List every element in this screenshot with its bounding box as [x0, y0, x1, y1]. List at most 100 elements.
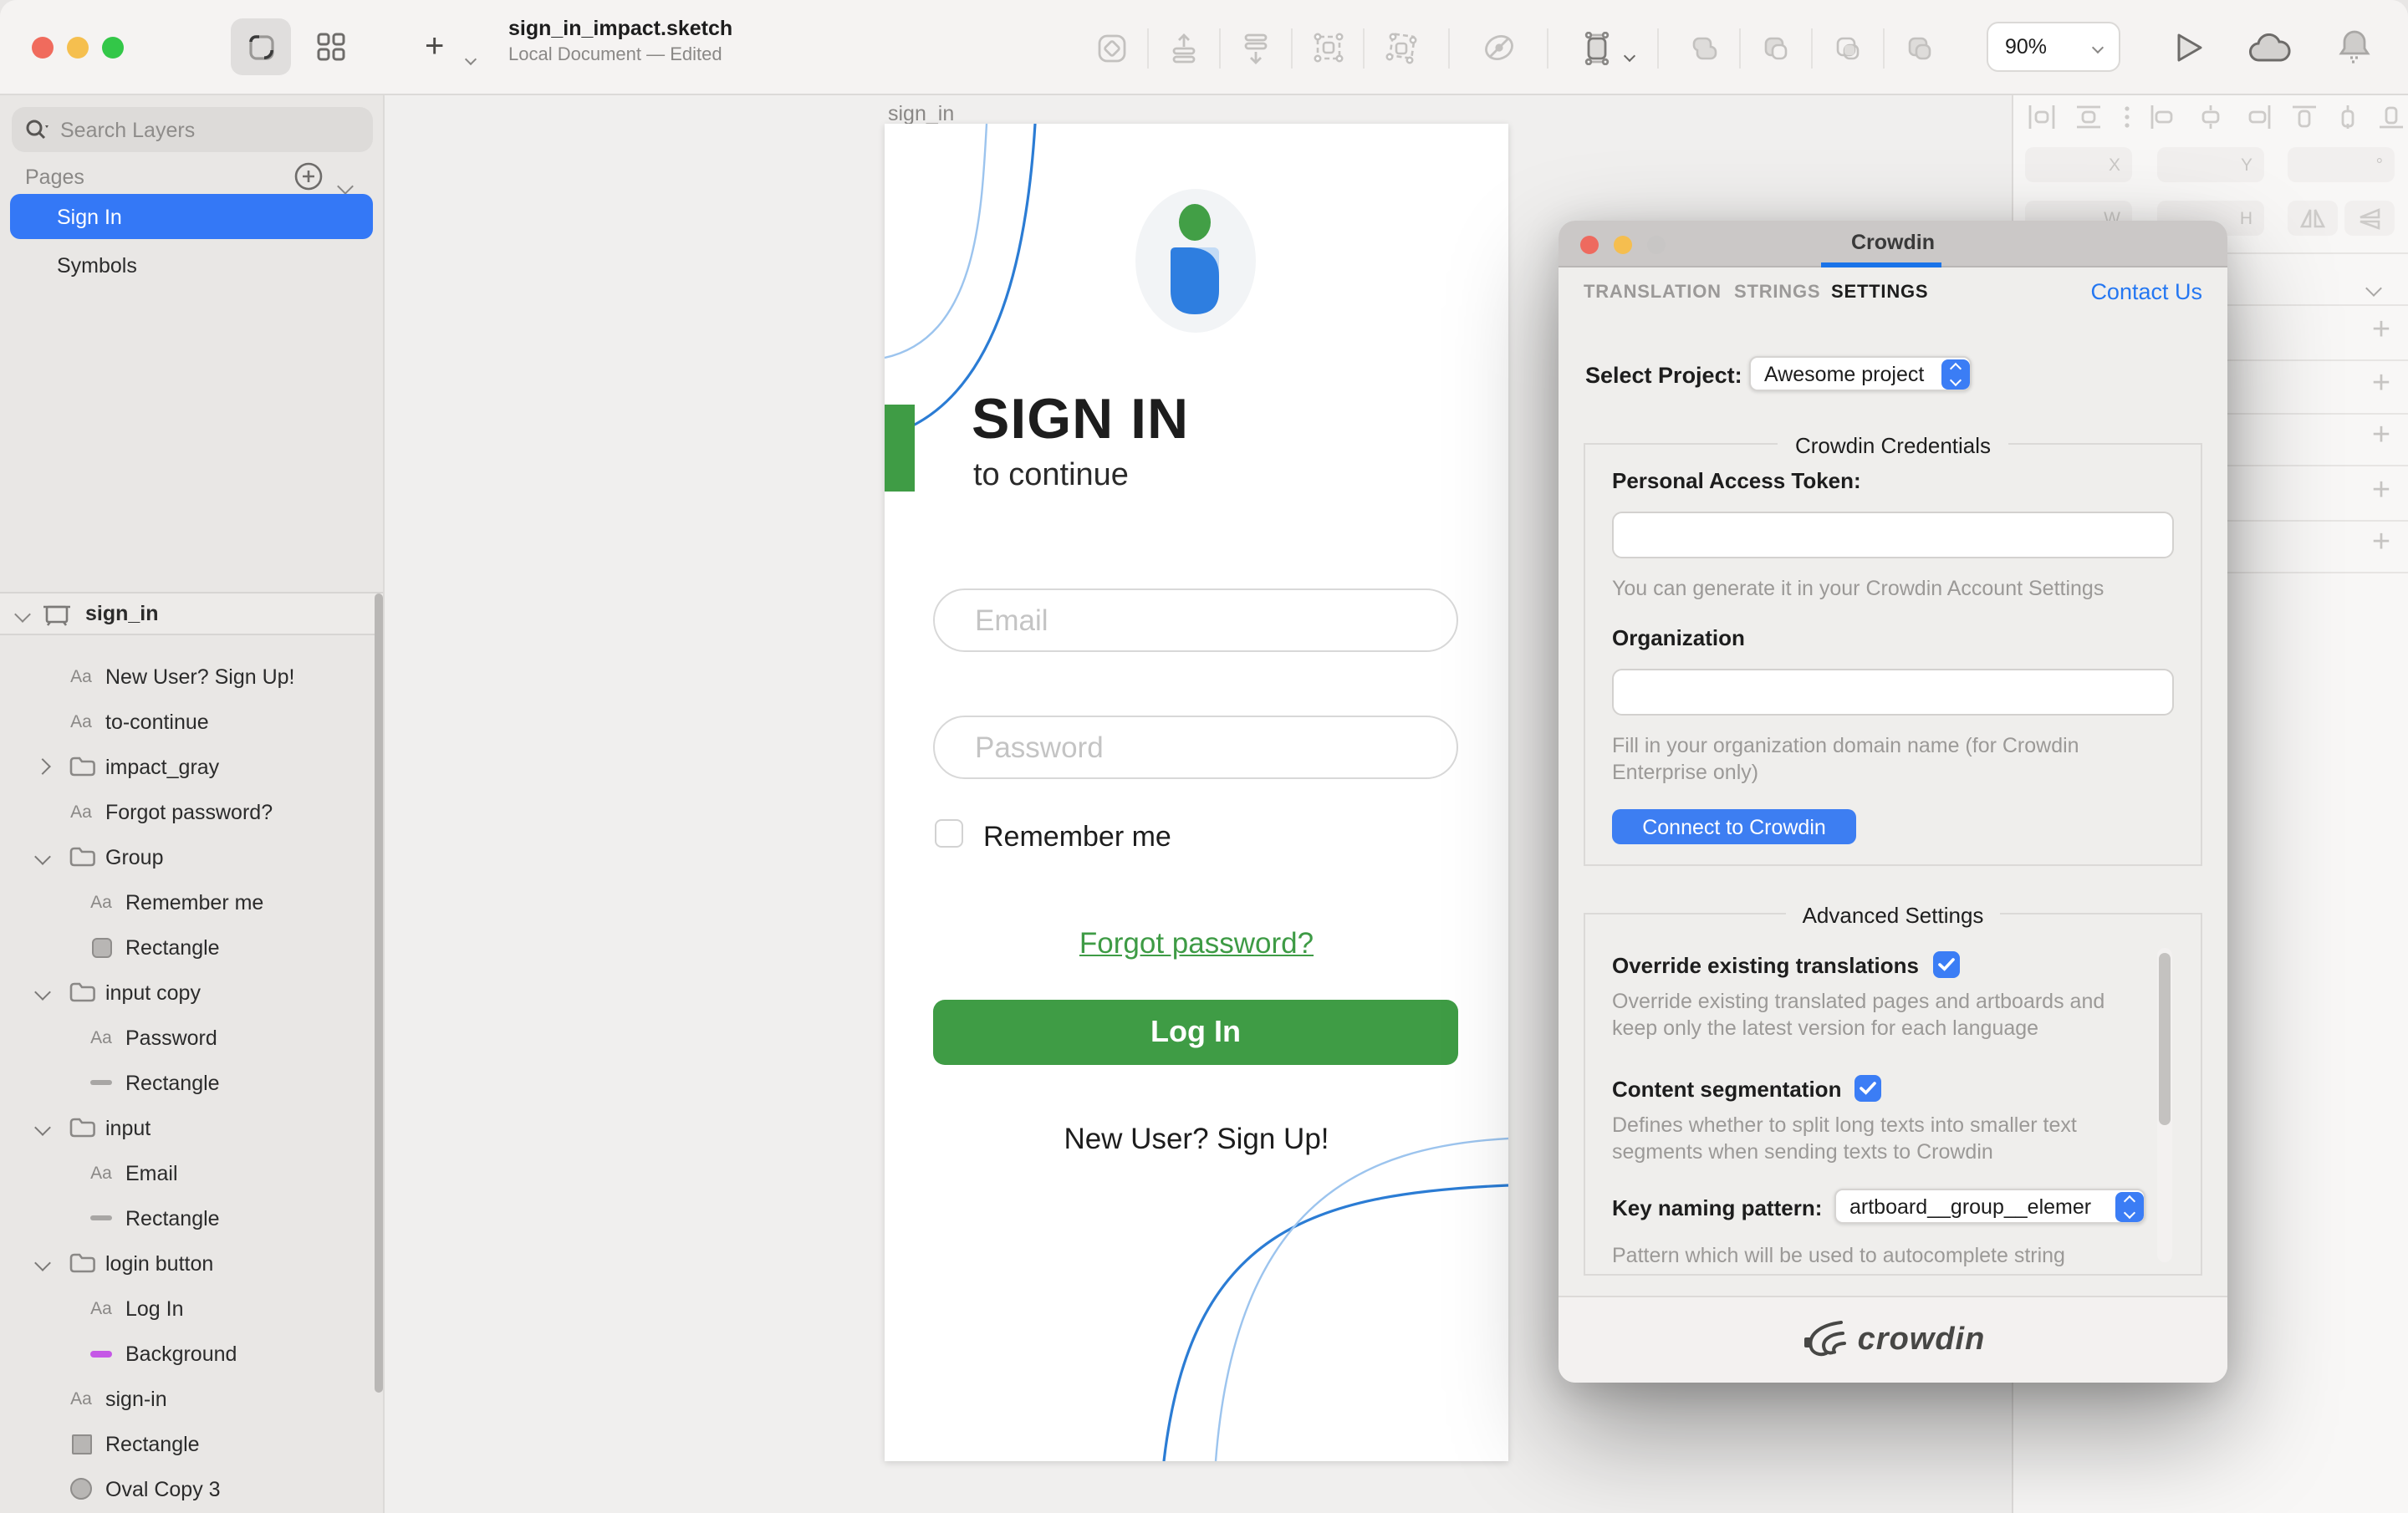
add-shadow-button[interactable]: + — [2365, 475, 2398, 508]
token-input[interactable] — [1612, 512, 2174, 558]
x-position-field[interactable]: X — [2025, 147, 2132, 182]
layer-row[interactable]: input copy — [0, 970, 383, 1015]
insert-icon[interactable]: + — [425, 28, 444, 67]
resize-chevron-icon[interactable] — [1625, 38, 1634, 68]
add-border-button[interactable]: + — [2365, 420, 2398, 453]
rotate-icon[interactable] — [1470, 23, 1527, 73]
project-select-dropdown[interactable]: Awesome project — [1749, 356, 1972, 391]
zoom-window-button[interactable] — [102, 36, 124, 58]
sign-up-text[interactable]: New User? Sign Up! — [885, 1122, 1508, 1157]
collapse-chevron-icon[interactable] — [14, 605, 31, 622]
artboard[interactable]: SIGN IN to continue Email Password Remem… — [885, 124, 1508, 1461]
add-fill-button[interactable]: + — [2365, 368, 2398, 401]
layer-row[interactable]: AaRemember me — [0, 879, 383, 925]
collapse-chevron-icon[interactable] — [34, 848, 51, 865]
distribute-horizontal-icon[interactable] — [2027, 104, 2057, 130]
password-field[interactable]: Password — [933, 716, 1458, 779]
align-middle-v-icon[interactable] — [2334, 104, 2361, 130]
layer-row[interactable]: Rectangle — [0, 1060, 383, 1105]
logo-mark-icon[interactable] — [1171, 247, 1221, 314]
contact-us-link[interactable]: Contact Us — [2060, 279, 2202, 304]
group-icon[interactable] — [1299, 23, 1356, 73]
tab-translation[interactable]: TRANSLATION — [1584, 283, 1722, 303]
collapse-chevron-icon[interactable] — [34, 1255, 51, 1271]
add-blur-button[interactable]: + — [2365, 527, 2398, 560]
layer-row[interactable]: input — [0, 1105, 383, 1150]
layer-row[interactable]: AaNew User? Sign Up! — [0, 654, 383, 699]
layer-row[interactable]: Aasign-in — [0, 1376, 383, 1421]
forgot-password-link[interactable]: Forgot password? — [885, 926, 1508, 961]
key-naming-dropdown[interactable]: artboard__group__elemer — [1834, 1189, 2145, 1224]
layer-row[interactable]: Rectangle — [0, 1195, 383, 1240]
zoom-level-dropdown[interactable]: 90% — [1987, 22, 2120, 72]
notifications-button[interactable] — [2338, 28, 2371, 75]
flip-horizontal-button[interactable] — [2288, 201, 2338, 236]
rotation-field[interactable]: ° — [2288, 147, 2395, 182]
layer-row[interactable]: AaLog In — [0, 1286, 383, 1331]
difference-icon[interactable] — [1891, 23, 1948, 73]
layer-row[interactable]: Background — [0, 1331, 383, 1376]
log-in-button[interactable]: Log In — [933, 1000, 1458, 1065]
remember-me-label[interactable]: Remember me — [983, 821, 1171, 854]
subtract-icon[interactable] — [1747, 23, 1804, 73]
symbol-icon[interactable] — [1084, 23, 1140, 73]
union-icon[interactable] — [1676, 23, 1732, 73]
expand-chevron-icon[interactable] — [34, 758, 51, 775]
override-checkbox[interactable] — [1932, 951, 1959, 978]
layer-root-artboard[interactable]: sign_in — [0, 592, 383, 635]
y-position-field[interactable]: Y — [2157, 147, 2264, 182]
segmentation-checkbox[interactable] — [1854, 1075, 1881, 1102]
connect-to-crowdin-button[interactable]: Connect to Crowdin — [1612, 809, 1856, 844]
layer-row[interactable]: AaEmail — [0, 1150, 383, 1195]
collapse-chevron-icon[interactable] — [34, 984, 51, 1001]
layer-row[interactable]: impact_gray — [0, 744, 383, 789]
layer-row[interactable]: Aato-continue — [0, 699, 383, 744]
more-dots-icon[interactable] — [2121, 104, 2131, 130]
intersect-icon[interactable] — [1819, 23, 1876, 73]
layer-row[interactable]: AaForgot password? — [0, 789, 383, 834]
align-left-icon[interactable] — [2149, 104, 2179, 130]
cloud-sync-button[interactable] — [2247, 33, 2293, 72]
minimize-window-button[interactable] — [67, 36, 89, 58]
dialog-titlebar[interactable]: Crowdin — [1559, 221, 2227, 267]
ungroup-icon[interactable] — [1371, 23, 1428, 73]
design-heading[interactable]: SIGN IN — [972, 388, 1189, 453]
layer-row[interactable]: Oval Copy 3 — [0, 1466, 383, 1511]
layer-row[interactable]: Rectangle — [0, 1421, 383, 1466]
resize-icon[interactable] — [1569, 23, 1625, 73]
dialog-scrollbar[interactable] — [2157, 948, 2172, 1262]
canvas-view-button[interactable] — [231, 18, 291, 75]
insert-chevron-icon[interactable] — [467, 42, 475, 72]
align-top-icon[interactable] — [2290, 104, 2317, 130]
move-backward-icon[interactable] — [1227, 23, 1284, 73]
remember-me-checkbox[interactable] — [935, 819, 963, 848]
section-collapse-chevron-icon[interactable] — [2368, 273, 2380, 303]
grid-view-button[interactable] — [303, 18, 360, 75]
align-center-h-icon[interactable] — [2196, 104, 2226, 130]
distribute-vertical-icon[interactable] — [2074, 104, 2104, 130]
heading-green-square[interactable] — [885, 405, 915, 492]
sidebar-page-symbols[interactable]: Symbols — [10, 242, 373, 288]
sidebar-scrollbar[interactable] — [375, 593, 383, 1393]
preview-button[interactable] — [2172, 30, 2206, 74]
close-window-button[interactable] — [32, 36, 54, 58]
design-subheading[interactable]: to continue — [973, 458, 1129, 495]
logo-green-dot[interactable] — [1179, 204, 1211, 241]
search-layers-field[interactable]: Search Layers — [12, 107, 373, 152]
tab-settings[interactable]: SETTINGS — [1831, 283, 1928, 303]
move-forward-icon[interactable] — [1156, 23, 1212, 73]
layer-row[interactable]: AaPassword — [0, 1015, 383, 1060]
collapse-chevron-icon[interactable] — [34, 1119, 51, 1136]
artboard-title[interactable]: sign_in — [888, 102, 954, 125]
layer-row[interactable]: login button — [0, 1240, 383, 1286]
align-bottom-icon[interactable] — [2378, 104, 2405, 130]
email-field[interactable]: Email — [933, 588, 1458, 652]
organization-input[interactable] — [1612, 669, 2174, 716]
layer-row[interactable]: Group — [0, 834, 383, 879]
align-right-icon[interactable] — [2243, 104, 2273, 130]
flip-vertical-button[interactable] — [2344, 201, 2395, 236]
tab-strings[interactable]: STRINGS — [1734, 283, 1820, 303]
sidebar-page-sign-in[interactable]: Sign In — [10, 194, 373, 239]
add-style-button[interactable]: + — [2365, 314, 2398, 348]
layer-row[interactable]: Rectangle — [0, 925, 383, 970]
